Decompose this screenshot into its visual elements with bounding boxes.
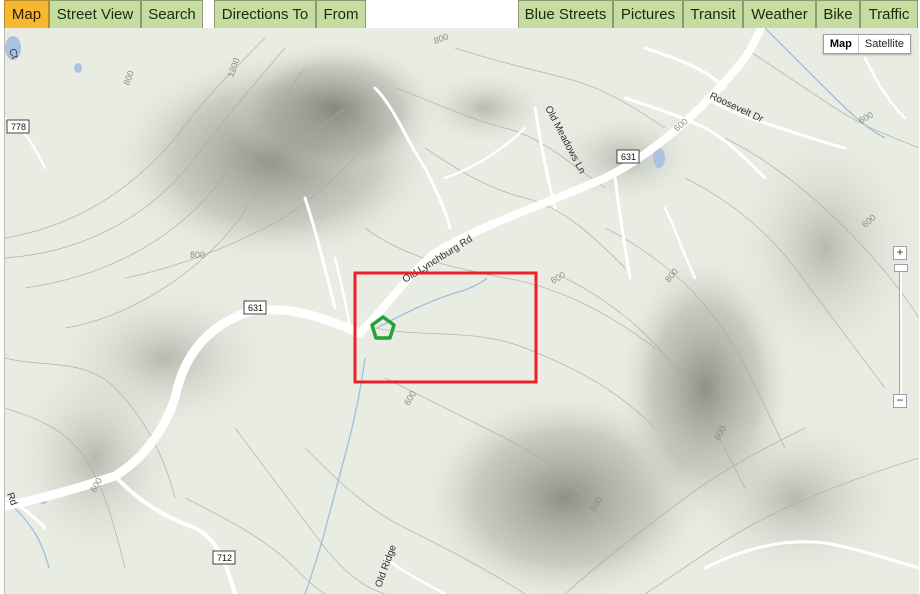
map-type-map-button[interactable]: Map: [824, 35, 858, 53]
map-toolbar: Map Street View Search Directions To Fro…: [0, 0, 920, 29]
road-label-old-lynchburg: Old Lynchburg Rd: [401, 234, 475, 286]
route-shield-631-west: 631: [243, 300, 267, 315]
zoom-slider-handle[interactable]: [894, 264, 908, 272]
svg-text:631: 631: [621, 152, 636, 162]
tab-traffic[interactable]: Traffic: [860, 0, 918, 28]
route-shield-631-east: 631: [616, 149, 640, 164]
tab-weather[interactable]: Weather: [743, 0, 816, 28]
contour-label: 800: [432, 31, 450, 46]
zoom-out-button[interactable]: −: [893, 394, 907, 408]
tab-blue-streets[interactable]: Blue Streets: [518, 0, 613, 28]
highlight-box: [353, 271, 538, 384]
tab-directions-to[interactable]: Directions To: [214, 0, 316, 28]
road-label-roosevelt: Roosevelt Dr: [708, 91, 766, 126]
zoom-control: + −: [893, 246, 908, 410]
tab-search[interactable]: Search: [141, 0, 203, 28]
svg-text:778: 778: [11, 122, 26, 132]
hill-shading: [5, 38, 919, 594]
tab-from[interactable]: From: [316, 0, 366, 28]
contour-label: 600: [402, 389, 418, 407]
contour-label: 600: [549, 270, 567, 286]
route-shield-778: 778: [6, 119, 30, 134]
tab-bike[interactable]: Bike: [816, 0, 860, 28]
road-label-ct: Ct: [6, 47, 20, 60]
contour-label: 800: [121, 69, 136, 87]
tab-map[interactable]: Map: [4, 0, 49, 28]
contour-label: 800: [190, 250, 205, 260]
tab-street-view[interactable]: Street View: [49, 0, 141, 28]
map-type-control: Map Satellite: [822, 34, 911, 54]
svg-text:631: 631: [248, 303, 263, 313]
tab-pictures[interactable]: Pictures: [613, 0, 683, 28]
zoom-in-button[interactable]: +: [893, 246, 907, 260]
svg-text:712: 712: [217, 553, 232, 563]
tab-transit[interactable]: Transit: [683, 0, 743, 28]
terrain-map: Old Lynchburg Rd Old Meadows Ln Roosevel…: [5, 28, 919, 594]
map-type-satellite-button[interactable]: Satellite: [859, 35, 910, 53]
zoom-slider-track[interactable]: [899, 264, 902, 398]
contour-label: 600: [857, 110, 875, 126]
route-shield-712: 712: [212, 550, 236, 565]
map-canvas[interactable]: Old Lynchburg Rd Old Meadows Ln Roosevel…: [4, 28, 919, 594]
